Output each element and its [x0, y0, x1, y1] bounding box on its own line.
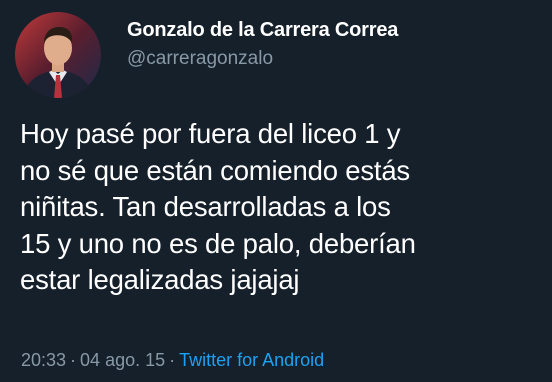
tweet-text-line: no sé que están comiendo estás [20, 154, 410, 186]
tweet-card: Gonzalo de la Carrera Correa @carreragon… [0, 0, 552, 382]
tweet-text-line: niñitas. Tan desarrolladas a los [20, 191, 391, 222]
separator: · [169, 350, 176, 370]
profile-photo-icon [15, 12, 101, 98]
author-names: Gonzalo de la Carrera Correa @carreragon… [127, 18, 398, 71]
user-handle[interactable]: @carreragonzalo [127, 47, 398, 71]
tweet-time[interactable]: 20:33 [21, 350, 66, 370]
avatar[interactable] [15, 12, 101, 98]
tweet-header: Gonzalo de la Carrera Correa @carreragon… [15, 12, 398, 98]
tweet-metadata: 20:33 · 04 ago. 15 · Twitter for Android [21, 348, 324, 372]
tweet-text-line: Hoy pasé por fuera del liceo 1 y [20, 118, 401, 149]
separator: · [70, 350, 77, 370]
tweet-source-link[interactable]: Twitter for Android [179, 350, 324, 370]
tweet-text-line: 15 y uno no es de palo, deberían [20, 227, 416, 259]
tweet-date[interactable]: 04 ago. 15 [80, 350, 165, 370]
tweet-text: Hoy pasé por fuera del liceo 1 y no sé q… [20, 116, 540, 299]
display-name[interactable]: Gonzalo de la Carrera Correa [127, 18, 398, 42]
tweet-text-line: estar legalizadas jajajaj [20, 264, 300, 295]
